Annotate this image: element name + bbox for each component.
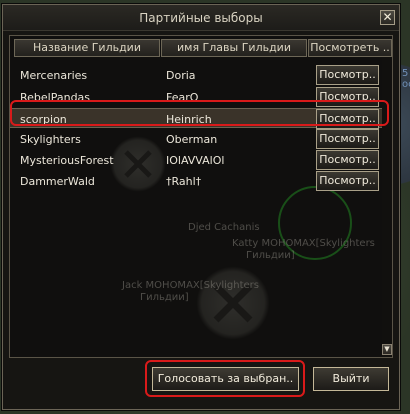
crossed-swords-emblem-icon	[196, 266, 270, 340]
ghost-name: Гильдии]	[246, 250, 295, 261]
ghost-name: Djed Cachanis	[188, 222, 260, 233]
column-header-guild-name[interactable]: Название Гильдии	[14, 39, 160, 57]
view-button[interactable]: Посмотр..	[316, 150, 379, 170]
guild-name-cell: Mercenaries	[20, 69, 88, 82]
side-hint-text: 5 ос	[402, 68, 410, 90]
table-row[interactable]: Skylighters Oberman Посмотр..	[10, 129, 392, 149]
side-hint-line: 5	[402, 68, 409, 79]
guild-list-panel: Djed Cachanis Katty МОНОМАХ[Skylighters …	[9, 35, 393, 358]
table-row[interactable]: Mercenaries Doria Посмотр..	[10, 65, 392, 85]
view-button[interactable]: Посмотр..	[316, 171, 379, 191]
table-row[interactable]: DammerWald †Rahl† Посмотр..	[10, 171, 392, 191]
table-header: Название Гильдии имя Главы Гильдии Посмо…	[10, 39, 392, 57]
guild-name-cell: Skylighters	[20, 133, 81, 146]
side-hint-line: ос	[402, 79, 410, 90]
ghost-name: Jack МОНОМАХ[Skylighters	[122, 280, 259, 291]
leader-name-cell: IOlAVVAlOl	[166, 154, 225, 167]
party-elections-window: Партийные выборы ✕ Djed Cachanis Katty М…	[2, 4, 400, 410]
leader-name-cell: †Rahl†	[166, 175, 202, 188]
scroll-down-arrow-icon[interactable]: ▼	[382, 344, 392, 355]
window-titlebar[interactable]: Партийные выборы ✕	[3, 5, 399, 31]
view-button[interactable]: Посмотр..	[316, 129, 379, 149]
leader-name-cell: Doria	[166, 69, 196, 82]
column-header-leader-name[interactable]: имя Главы Гильдии	[161, 39, 307, 57]
guild-name-cell: DammerWald	[20, 175, 95, 188]
leader-name-cell: Oberman	[166, 133, 218, 146]
ghost-name: Katty МОНОМАХ[Skylighters	[232, 238, 375, 249]
close-icon[interactable]: ✕	[380, 10, 395, 25]
selected-row-highlight	[10, 100, 389, 126]
exit-button[interactable]: Выйти	[313, 367, 389, 391]
guild-name-cell: MysteriousForest	[20, 154, 114, 167]
view-button[interactable]: Посмотр..	[316, 65, 379, 85]
window-title: Партийные выборы	[139, 11, 263, 25]
vote-button-highlight	[145, 360, 305, 397]
table-row[interactable]: MysteriousForest IOlAVVAlOl Посмотр..	[10, 150, 392, 170]
column-header-view[interactable]: Посмотреть ..	[308, 39, 392, 57]
ghost-name: Гильдии]	[140, 292, 189, 303]
